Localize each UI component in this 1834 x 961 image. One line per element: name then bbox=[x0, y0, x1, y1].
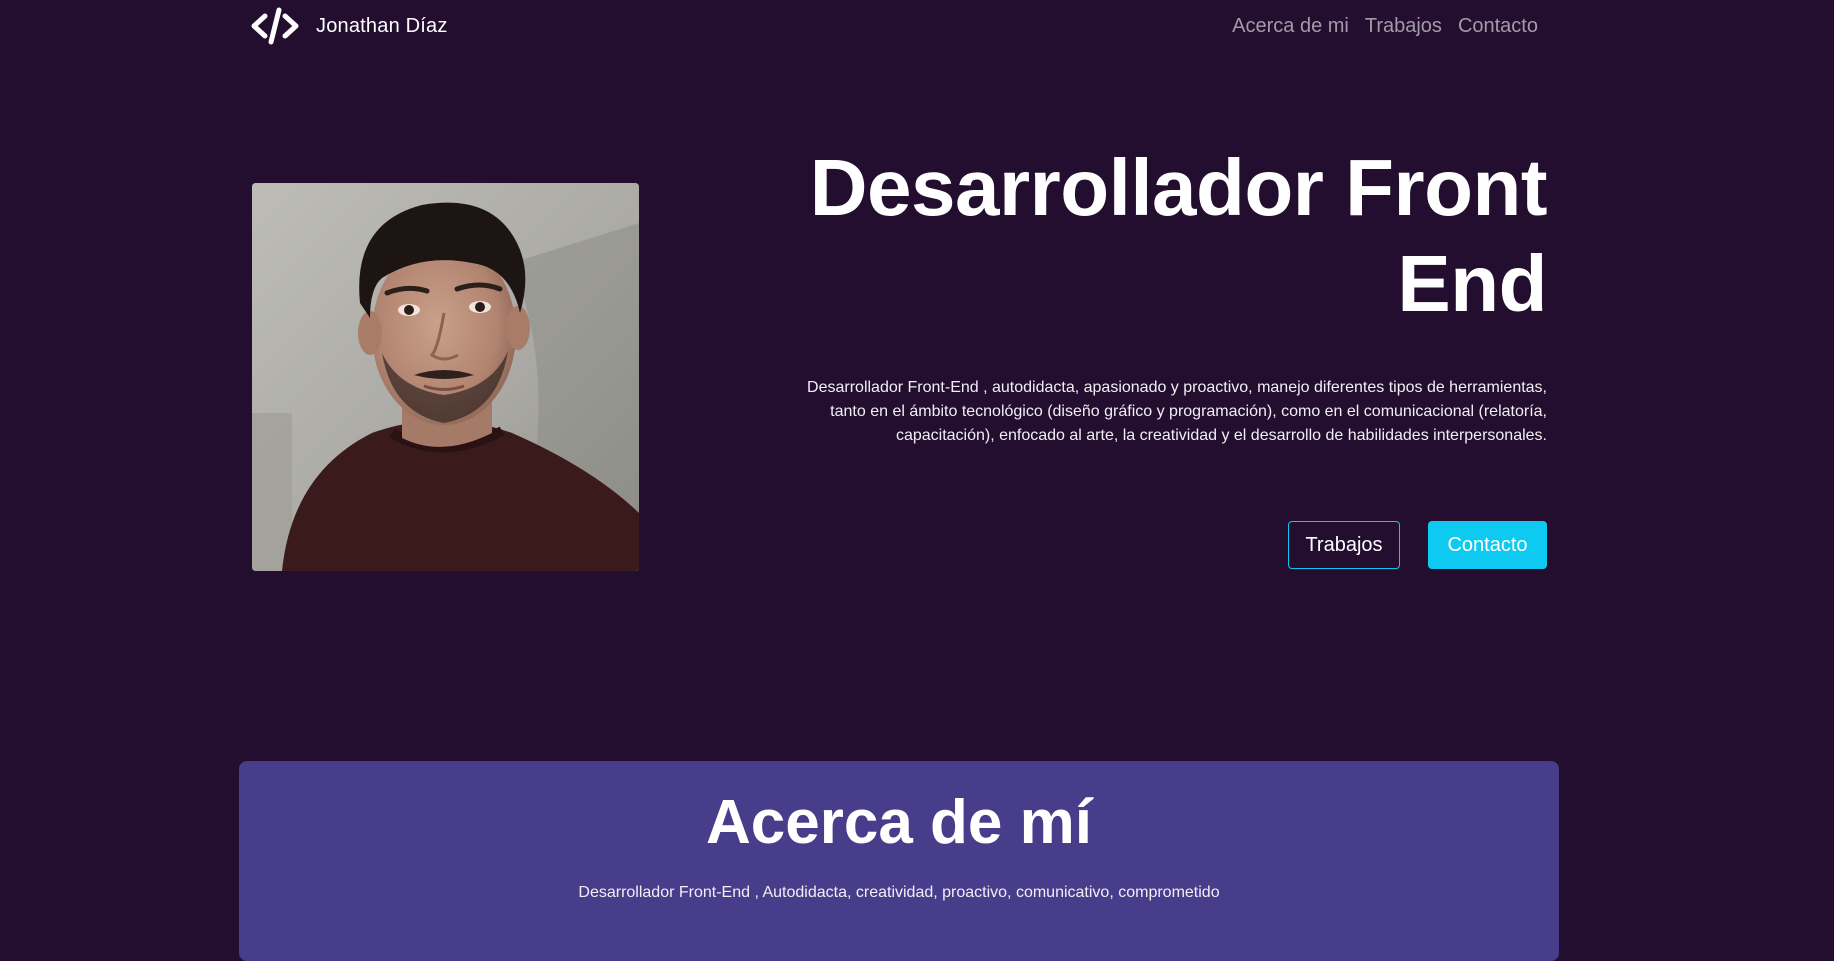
about-text: Desarrollador Front-End , Autodidacta, c… bbox=[578, 884, 1220, 901]
brand-name: Jonathan Díaz bbox=[316, 14, 448, 37]
nav-link-about[interactable]: Acerca de mi bbox=[1232, 15, 1349, 38]
nav-link-works[interactable]: Trabajos bbox=[1365, 15, 1442, 38]
about-title: Acerca de mí bbox=[706, 788, 1092, 857]
nav-link-contact[interactable]: Contacto bbox=[1458, 15, 1538, 38]
brand-link[interactable]: Jonathan Díaz bbox=[248, 4, 448, 48]
code-slash-icon bbox=[248, 4, 302, 48]
works-button[interactable]: Trabajos bbox=[1288, 521, 1400, 569]
contact-button[interactable]: Contacto bbox=[1428, 521, 1547, 569]
navbar: Jonathan Díaz Acerca de mi Trabajos Cont… bbox=[248, 0, 1544, 52]
nav-links: Acerca de mi Trabajos Contacto bbox=[1232, 15, 1538, 38]
profile-photo bbox=[252, 183, 639, 571]
about-section: Acerca de mí Desarrollador Front-End , A… bbox=[239, 761, 1559, 961]
hero-buttons: Trabajos Contacto bbox=[1288, 521, 1547, 569]
hero-heading: Desarrollador Front End bbox=[780, 140, 1548, 332]
hero-description: Desarrollador Front-End , autodidacta, a… bbox=[807, 379, 1547, 444]
hero-title: Desarrollador Front End bbox=[780, 140, 1548, 332]
hero-title-line-2: End bbox=[1397, 239, 1547, 328]
hero-title-line-1: Desarrollador Front bbox=[809, 143, 1548, 232]
